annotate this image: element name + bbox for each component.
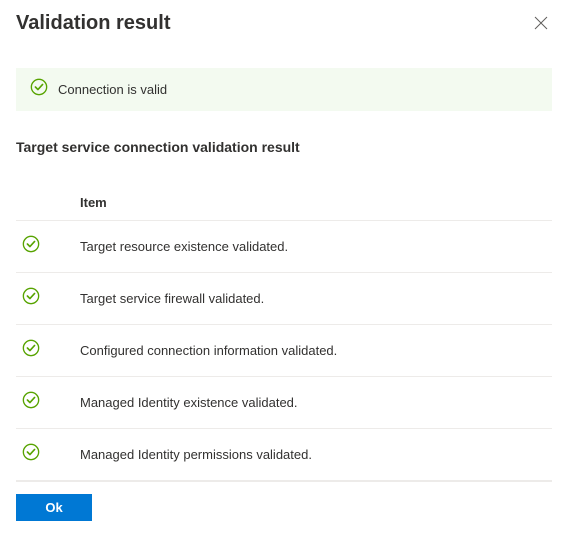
status-banner: Connection is valid	[16, 68, 552, 111]
row-item-text: Managed Identity existence validated.	[80, 395, 298, 410]
section-subtitle: Target service connection validation res…	[16, 139, 552, 155]
panel-title: Validation result	[16, 12, 170, 35]
panel-content: Connection is valid Target service conne…	[16, 68, 552, 481]
column-header-item: Item	[80, 195, 107, 210]
success-check-icon	[30, 78, 48, 101]
status-message: Connection is valid	[58, 82, 167, 97]
row-item-text: Managed Identity permissions validated.	[80, 447, 312, 462]
table-row: Managed Identity existence validated.	[16, 377, 552, 429]
row-item-text: Target service firewall validated.	[80, 291, 264, 306]
close-button[interactable]	[530, 12, 552, 38]
row-item-text: Target resource existence validated.	[80, 239, 288, 254]
success-check-icon	[22, 443, 40, 466]
validation-table: Item Target resource existence validated…	[16, 195, 552, 481]
row-status-cell	[16, 391, 80, 414]
table-row: Managed Identity permissions validated.	[16, 429, 552, 481]
table-row: Target resource existence validated.	[16, 221, 552, 273]
table-row: Target service firewall validated.	[16, 273, 552, 325]
ok-button[interactable]: Ok	[16, 494, 92, 521]
row-status-cell	[16, 443, 80, 466]
row-item-text: Configured connection information valida…	[80, 343, 337, 358]
success-check-icon	[22, 235, 40, 258]
success-check-icon	[22, 287, 40, 310]
validation-result-panel: Validation result Connection is valid Ta…	[0, 0, 568, 522]
row-status-cell	[16, 339, 80, 362]
row-status-cell	[16, 287, 80, 310]
close-icon	[534, 17, 548, 34]
panel-footer: Ok	[16, 481, 552, 535]
success-check-icon	[22, 339, 40, 362]
table-row: Configured connection information valida…	[16, 325, 552, 377]
panel-header: Validation result	[16, 12, 552, 38]
success-check-icon	[22, 391, 40, 414]
row-status-cell	[16, 235, 80, 258]
table-header: Item	[16, 195, 552, 221]
